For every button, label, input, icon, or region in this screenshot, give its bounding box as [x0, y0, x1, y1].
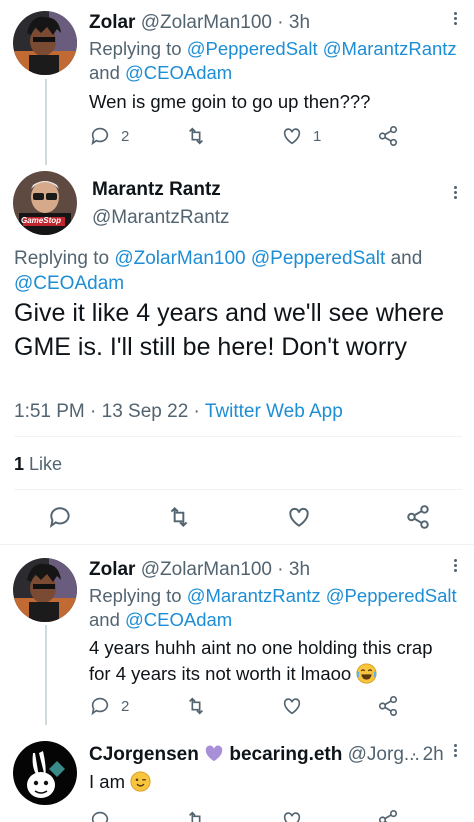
tweet-actions: [89, 807, 419, 822]
thread-line: [45, 79, 47, 165]
retweet-button[interactable]: [166, 504, 192, 530]
tweet-zolar-1[interactable]: Zolar @ZolarMan100 · 3h Replying to @Pep…: [0, 0, 474, 168]
likes-count: 1: [14, 454, 25, 474]
reply-button[interactable]: [47, 504, 73, 530]
retweet-icon: [170, 506, 188, 528]
more-options-icon[interactable]: [448, 10, 462, 28]
avatar[interactable]: [13, 11, 77, 75]
purple-heart-icon: [205, 745, 223, 762]
retweet-icon: [188, 697, 204, 715]
retweet-button[interactable]: [185, 693, 207, 719]
avatar-shirt-text: GameStop: [21, 216, 62, 225]
reply-icon: [91, 127, 109, 146]
author-handle[interactable]: @ZolarMan100: [141, 12, 272, 33]
author-name-suffix[interactable]: becaring.eth: [229, 744, 342, 765]
tweet-time[interactable]: · 3h: [277, 12, 310, 33]
author-name[interactable]: Zolar: [89, 559, 135, 580]
mention-link[interactable]: @ZolarMan100: [114, 248, 245, 269]
reply-button[interactable]: 2: [89, 693, 129, 719]
divider: [14, 436, 462, 437]
share-icon: [378, 696, 398, 716]
heart-icon: [283, 812, 301, 822]
replying-to: Replying to @MarantzRantz @PepperedSalt …: [89, 585, 457, 630]
share-button[interactable]: [377, 807, 399, 822]
reply-button[interactable]: [89, 807, 111, 822]
reply-icon: [49, 507, 70, 528]
mention-link[interactable]: @CEOAdam: [125, 62, 232, 83]
like-button[interactable]: 1: [281, 123, 321, 149]
tweet-text: I am: [89, 769, 459, 795]
tweet-actions: [0, 504, 474, 534]
mention-link[interactable]: @PepperedSalt: [251, 248, 385, 269]
reply-icon: [91, 811, 109, 822]
tweet-time[interactable]: · 2h: [411, 744, 444, 765]
mention-link[interactable]: @MarantzRantz: [187, 585, 321, 606]
author-handle[interactable]: @MarantzRantz: [92, 207, 230, 229]
reply-button[interactable]: 2: [89, 123, 129, 149]
author-name[interactable]: CJorgensen: [89, 744, 199, 765]
tweet-text: 4 years huhh aint no one holding this cr…: [89, 637, 433, 684]
tweet-metadata: 1:51 PM · 13 Sep 22 · Twitter Web App: [14, 401, 343, 423]
share-button[interactable]: [405, 504, 431, 530]
mention-link[interactable]: @CEOAdam: [125, 609, 232, 630]
share-icon: [378, 126, 398, 146]
tweet-zolar-2[interactable]: Zolar @ZolarMan100 · 3h Replying to @Mar…: [0, 545, 474, 728]
more-options-icon[interactable]: [448, 742, 462, 760]
retweet-button[interactable]: [185, 123, 207, 149]
tweet-source-link[interactable]: Twitter Web App: [205, 401, 343, 422]
like-button[interactable]: [286, 504, 312, 530]
tweet-actions: 2: [89, 693, 419, 719]
heart-icon: [289, 507, 309, 527]
share-button[interactable]: [377, 693, 399, 719]
tweet-actions: 2 1: [89, 123, 419, 149]
like-count: 1: [313, 127, 322, 145]
author-name[interactable]: Zolar: [89, 12, 135, 33]
divider: [14, 489, 462, 490]
face-with-tears-of-joy-icon: [356, 663, 377, 684]
likes-summary[interactable]: 1 Like: [14, 454, 62, 475]
tweet-time[interactable]: · 3h: [277, 559, 310, 580]
share-icon: [378, 810, 398, 822]
heart-icon: [283, 698, 301, 715]
author-handle[interactable]: @Jorg...: [348, 744, 420, 765]
retweet-icon: [188, 127, 204, 145]
mention-link[interactable]: @PepperedSalt: [187, 38, 318, 59]
thread-line: [45, 625, 47, 725]
avatar[interactable]: GameStop: [13, 171, 77, 235]
reply-count: 2: [121, 127, 130, 145]
avatar[interactable]: [13, 558, 77, 622]
tweet-text: Wen is gme goin to go up then???: [89, 91, 371, 112]
replying-to: Replying to @PepperedSalt @MarantzRantz …: [89, 38, 457, 83]
retweet-icon: [188, 811, 201, 822]
mention-link[interactable]: @PepperedSalt: [326, 585, 457, 606]
tweet-cjorgensen[interactable]: CJorgensen becaring.eth @Jorg... · 2h I …: [0, 728, 474, 822]
like-button[interactable]: [281, 693, 303, 719]
share-button[interactable]: [377, 123, 399, 149]
share-icon: [407, 505, 429, 529]
mention-link[interactable]: @MarantzRantz: [323, 38, 457, 59]
replying-to: Replying to @ZolarMan100 @PepperedSalt a…: [14, 248, 423, 294]
avatar[interactable]: [13, 741, 77, 805]
heart-icon: [283, 128, 301, 145]
retweet-button[interactable]: [185, 807, 207, 822]
author-handle[interactable]: @ZolarMan100: [141, 559, 272, 580]
more-options-icon[interactable]: [448, 184, 462, 202]
like-button[interactable]: [281, 807, 303, 822]
mention-link[interactable]: @CEOAdam: [14, 273, 124, 294]
likes-label: Like: [24, 454, 63, 474]
more-options-icon[interactable]: [448, 557, 462, 575]
reply-icon: [91, 697, 109, 716]
reply-count: 2: [121, 697, 130, 715]
author-name[interactable]: Marantz Rantz: [92, 179, 221, 201]
tweet-timestamp[interactable]: 1:51 PM · 13 Sep 22 ·: [14, 401, 205, 422]
winking-face-icon: [130, 771, 151, 792]
tweet-text: Give it like 4 years and we'll see where…: [14, 299, 444, 361]
